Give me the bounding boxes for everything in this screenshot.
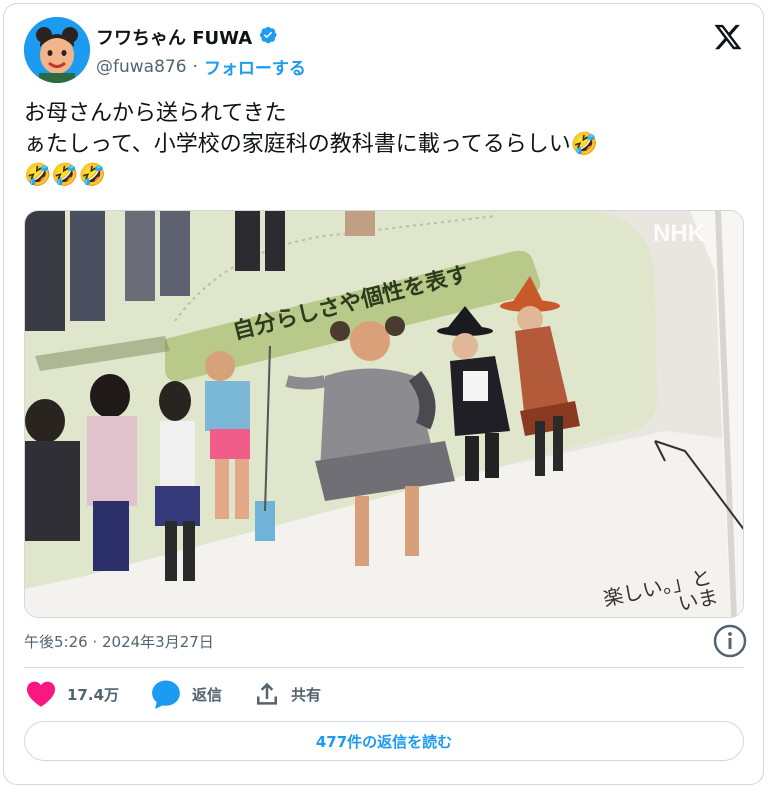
author-name-row[interactable]: フワちゃん FUWA xyxy=(96,24,278,50)
tweet-timestamp[interactable]: 午後5:26 · 2024年3月27日 xyxy=(24,631,214,652)
share-icon xyxy=(252,679,282,709)
display-name[interactable]: フワちゃん FUWA xyxy=(96,24,252,50)
media-watermark: NHK xyxy=(653,220,706,247)
avatar[interactable] xyxy=(24,17,90,83)
tweet-text: お母さんから送られてきた ぁたしって、小学校の家庭科の教科書に載ってるらしい🤣 … xyxy=(24,101,599,188)
read-replies-button[interactable]: 477件の返信を読む xyxy=(24,721,744,761)
author-handle[interactable]: @fuwa876 xyxy=(96,57,187,77)
verified-badge-icon xyxy=(258,25,278,49)
reply-label: 返信 xyxy=(192,685,223,704)
handle-row: @fuwa876 · フォローする xyxy=(96,54,306,80)
follow-button[interactable]: フォローする xyxy=(204,54,306,79)
heart-icon xyxy=(24,678,58,710)
action-bar: 17.4万 返信 共有 xyxy=(24,672,351,716)
info-icon[interactable] xyxy=(712,623,748,659)
share-button[interactable]: 共有 xyxy=(252,679,321,709)
separator-dot: · xyxy=(192,56,198,77)
reply-icon xyxy=(149,677,183,711)
like-button[interactable]: 17.4万 xyxy=(24,678,119,710)
share-label: 共有 xyxy=(291,685,322,704)
divider xyxy=(24,667,744,668)
tweet-image[interactable]: 自分らしさや個性を表す NHK 楽しい。」と いま xyxy=(24,210,744,618)
x-logo-icon[interactable] xyxy=(713,22,743,52)
like-count: 17.4万 xyxy=(67,685,120,704)
reply-button[interactable]: 返信 xyxy=(149,677,222,711)
